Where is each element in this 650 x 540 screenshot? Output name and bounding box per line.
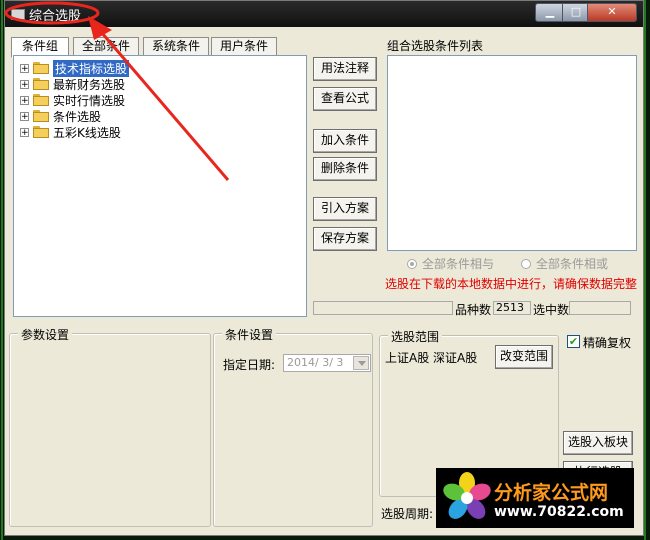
tab-user-conditions[interactable]: 用户条件 bbox=[211, 37, 277, 57]
window-title: 综合选股 bbox=[29, 9, 82, 24]
radio-dot-icon bbox=[407, 258, 417, 269]
exact-restore-label: 精确复权 bbox=[583, 336, 632, 350]
check-icon: ✔ bbox=[568, 335, 579, 348]
tree-item-technical[interactable]: + 技术指标选股 bbox=[20, 59, 130, 77]
folder-icon bbox=[33, 126, 49, 138]
parameter-group-title: 参数设置 bbox=[18, 326, 73, 343]
radio-dot-icon bbox=[521, 258, 531, 269]
tree-item-label: 技术指标选股 bbox=[53, 59, 130, 77]
date-label: 指定日期: bbox=[223, 358, 276, 372]
view-formula-button[interactable]: 查看公式 bbox=[313, 87, 377, 111]
minimize-button[interactable]: ▁ bbox=[535, 3, 565, 22]
exact-restore-checkbox[interactable]: ✔ bbox=[567, 335, 580, 348]
delete-condition-button[interactable]: 删除条件 bbox=[313, 157, 377, 181]
tab-system-conditions[interactable]: 系统条件 bbox=[143, 37, 209, 57]
change-range-button[interactable]: 改变范围 bbox=[495, 345, 553, 369]
tree-item-condition[interactable]: + 条件选股 bbox=[20, 108, 101, 124]
tree-item-label: 条件选股 bbox=[53, 109, 102, 124]
folder-icon bbox=[33, 110, 49, 122]
chevron-down-icon[interactable] bbox=[353, 356, 369, 370]
expand-icon[interactable]: + bbox=[20, 79, 29, 89]
window-icon[interactable] bbox=[11, 9, 25, 20]
watermark-url: www.70822.com bbox=[494, 504, 624, 520]
flower-logo-icon bbox=[443, 472, 491, 519]
data-warning: 选股在下载的本地数据中进行，请确保数据完整 bbox=[385, 277, 638, 291]
add-to-block-button[interactable]: 选股入板块 bbox=[563, 431, 633, 455]
folder-icon bbox=[33, 78, 49, 90]
radio-all-and[interactable]: 全部条件相与 bbox=[407, 255, 494, 272]
radio-all-and-label: 全部条件相与 bbox=[422, 257, 495, 271]
usage-notes-button[interactable]: 用法注释 bbox=[313, 57, 377, 81]
condition-tree[interactable]: + 技术指标选股 + 最新财务选股 + 实时行情选股 + 条件选股 + 五彩K线… bbox=[13, 55, 307, 317]
watermark-name: 分析家公式网 bbox=[494, 482, 609, 504]
import-scheme-button[interactable]: 引入方案 bbox=[313, 197, 377, 221]
symbol-count-value: 2513 bbox=[493, 301, 531, 315]
save-scheme-button[interactable]: 保存方案 bbox=[313, 227, 377, 251]
tree-item-label: 实时行情选股 bbox=[53, 93, 126, 108]
radio-all-or-label: 全部条件相或 bbox=[536, 257, 609, 271]
close-button[interactable]: ✕ bbox=[587, 3, 637, 22]
condition-list-label: 组合选股条件列表 bbox=[387, 39, 484, 53]
folder-icon bbox=[33, 94, 49, 106]
radio-all-or[interactable]: 全部条件相或 bbox=[521, 255, 608, 272]
title-bar[interactable]: 综合选股 ▁ □ ✕ bbox=[5, 1, 643, 27]
condition-list[interactable] bbox=[387, 55, 637, 251]
range-group-title: 选股范围 bbox=[388, 328, 443, 345]
selected-count-value bbox=[569, 301, 631, 315]
condition-settings-title: 条件设置 bbox=[222, 326, 277, 343]
expand-icon[interactable]: + bbox=[20, 95, 29, 105]
symbol-count-label: 品种数 bbox=[455, 303, 492, 317]
tree-item-label: 最新财务选股 bbox=[53, 77, 126, 92]
period-label: 选股周期: bbox=[381, 507, 434, 521]
stock-screener-window: 综合选股 ▁ □ ✕ 条件组 全部条件 系统条件 用户条件 + 技术指标选股 +… bbox=[4, 0, 644, 536]
tree-item-financial[interactable]: + 最新财务选股 bbox=[20, 76, 125, 92]
parameter-group: 参数设置 bbox=[9, 326, 211, 527]
tree-item-candlestick[interactable]: + 五彩K线选股 bbox=[20, 124, 121, 140]
tree-item-realtime[interactable]: + 实时行情选股 bbox=[20, 92, 125, 108]
expand-icon[interactable]: + bbox=[20, 111, 29, 121]
tab-all-conditions[interactable]: 全部条件 bbox=[73, 37, 139, 57]
progress-bar bbox=[313, 301, 453, 315]
expand-icon[interactable]: + bbox=[20, 127, 29, 137]
watermark-logo: 分析家公式网 www.70822.com bbox=[436, 468, 634, 528]
expand-icon[interactable]: + bbox=[20, 63, 29, 73]
selected-markets: 上证A股 深证A股 bbox=[385, 351, 478, 365]
selected-count-label: 选中数 bbox=[533, 303, 570, 317]
folder-icon bbox=[33, 62, 49, 74]
tree-item-label: 五彩K线选股 bbox=[53, 125, 121, 140]
maximize-button[interactable]: □ bbox=[562, 3, 590, 22]
add-condition-button[interactable]: 加入条件 bbox=[313, 129, 377, 153]
